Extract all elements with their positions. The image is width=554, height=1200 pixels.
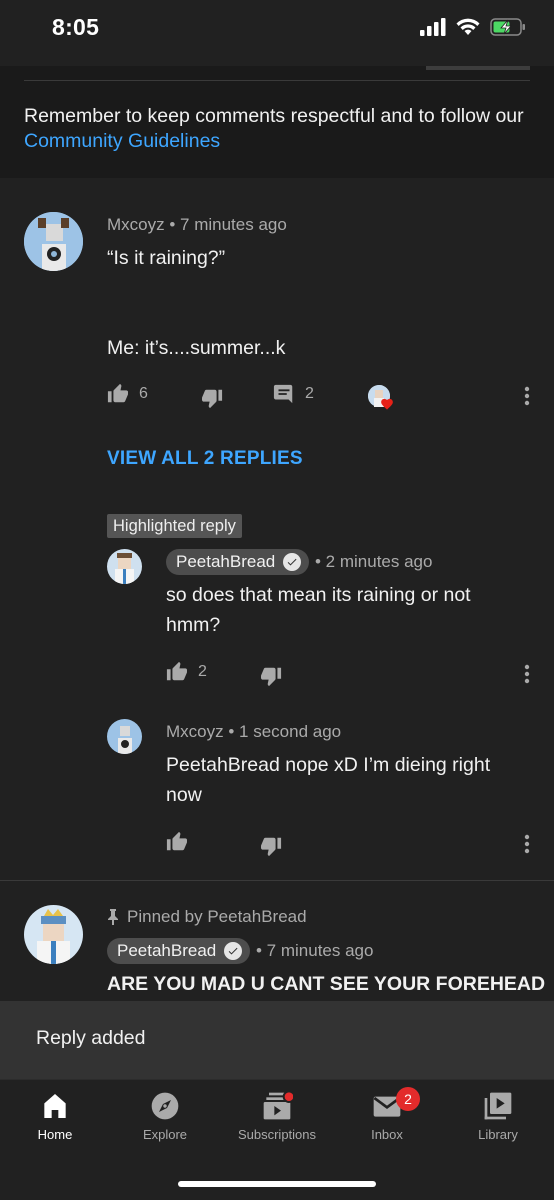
view-all-replies-button[interactable]: VIEW ALL 2 REPLIES — [107, 448, 303, 470]
verified-check-icon — [224, 942, 243, 960]
subscriptions-icon — [263, 1090, 293, 1120]
avatar[interactable] — [24, 212, 83, 271]
signal-icon — [420, 18, 446, 36]
status-time: 8:05 — [52, 14, 100, 40]
snackbar-toast: Reply added — [0, 1001, 554, 1079]
dislike-button[interactable] — [201, 387, 223, 409]
community-guidelines-banner: Remember to keep comments respectful and… — [0, 66, 554, 178]
home-indicator — [178, 1181, 376, 1187]
divider — [24, 80, 530, 81]
avatar-image — [107, 549, 142, 584]
comment-icon — [273, 384, 293, 404]
reply-text: so does that mean its raining or not hmm… — [166, 584, 471, 636]
reply-count: 2 — [305, 385, 314, 402]
status-bar: 8:05 — [0, 0, 554, 66]
comment-time: • 7 minutes ago — [169, 215, 287, 234]
thumb-up-icon — [107, 383, 129, 403]
status-icons — [420, 18, 526, 36]
thumb-down-icon — [202, 389, 223, 409]
reply-text: PeetahBread nope xD I’m dieing right now — [166, 754, 491, 806]
like-count: 6 — [139, 385, 148, 402]
video-thumbnail-edge — [426, 66, 530, 70]
nav-subscriptions[interactable]: Subscriptions — [222, 1080, 332, 1152]
nav-library[interactable]: Library — [443, 1080, 553, 1152]
verified-check-icon — [283, 553, 302, 571]
comment-author-line: Mxcoyz • 7 minutes ago — [107, 215, 287, 235]
like-count: 2 — [198, 663, 207, 680]
battery-charging-icon — [490, 18, 525, 36]
reply-author-line: Mxcoyz • 1 second ago — [166, 722, 341, 742]
guidelines-text: Remember to keep comments respectful and… — [24, 104, 534, 154]
community-guidelines-link[interactable]: Community Guidelines — [24, 130, 220, 152]
inbox-badge: 2 — [396, 1087, 420, 1111]
nav-label: Home — [37, 1127, 73, 1142]
reply-author[interactable]: Mxcoyz — [166, 722, 224, 741]
like-button[interactable]: 6 — [107, 383, 148, 405]
thumb-down-icon — [261, 667, 282, 687]
channel-owner-chip[interactable]: PeetahBread — [107, 938, 251, 964]
creator-heart-avatar — [368, 385, 393, 410]
wifi-icon — [456, 18, 480, 35]
avatar[interactable] — [24, 905, 83, 964]
comment-text-line-1: “Is it raining?” — [107, 247, 226, 269]
pinned-author: PeetahBread — [117, 941, 217, 960]
like-button[interactable]: 2 — [166, 661, 207, 683]
dislike-button[interactable] — [260, 835, 282, 857]
home-icon — [44, 1094, 66, 1118]
nav-home[interactable]: Home — [0, 1080, 110, 1152]
more-options-icon[interactable] — [524, 834, 530, 854]
nav-inbox[interactable]: 2 Inbox — [332, 1080, 442, 1152]
thumb-up-icon — [166, 661, 188, 681]
heart-icon — [381, 398, 393, 410]
reply-author: PeetahBread — [176, 552, 276, 571]
nav-label: Inbox — [371, 1127, 403, 1142]
pinned-time: • 7 minutes ago — [256, 941, 374, 960]
pinned-label: Pinned by PeetahBread — [107, 907, 307, 927]
divider — [0, 880, 554, 881]
library-icon — [484, 1092, 512, 1120]
avatar-image — [24, 905, 83, 964]
reply-button[interactable]: 2 — [273, 383, 314, 405]
more-options-icon[interactable] — [524, 386, 530, 406]
avatar-image — [24, 212, 83, 271]
comment-author[interactable]: Mxcoyz — [107, 215, 165, 234]
dislike-button[interactable] — [260, 665, 282, 687]
pin-icon — [108, 909, 118, 925]
highlighted-reply-badge: Highlighted reply — [107, 514, 242, 538]
thumb-up-icon — [166, 831, 188, 851]
avatar[interactable] — [107, 719, 142, 754]
reply-time: • 1 second ago — [228, 722, 342, 741]
pinned-by-text: Pinned by PeetahBread — [127, 907, 307, 926]
toast-text: Reply added — [36, 1027, 146, 1049]
like-button[interactable] — [166, 831, 188, 853]
guidelines-message: Remember to keep comments respectful and… — [24, 105, 524, 127]
avatar-image — [107, 719, 142, 754]
nav-label: Explore — [142, 1127, 188, 1142]
thumb-down-icon — [261, 837, 282, 857]
nav-explore[interactable]: Explore — [110, 1080, 220, 1152]
nav-label: Library — [478, 1127, 518, 1142]
avatar[interactable] — [107, 549, 142, 584]
pinned-comment-text: ARE YOU MAD U CANT SEE YOUR FOREHEAD — [107, 973, 546, 995]
comment-text-line-2: Me: it’s....summer...k — [107, 337, 286, 359]
more-options-icon[interactable] — [524, 664, 530, 684]
compass-icon — [151, 1092, 179, 1120]
channel-owner-chip[interactable]: PeetahBread — [166, 549, 310, 575]
reply-time: • 2 minutes ago — [315, 552, 433, 571]
nav-label: Subscriptions — [237, 1127, 317, 1142]
